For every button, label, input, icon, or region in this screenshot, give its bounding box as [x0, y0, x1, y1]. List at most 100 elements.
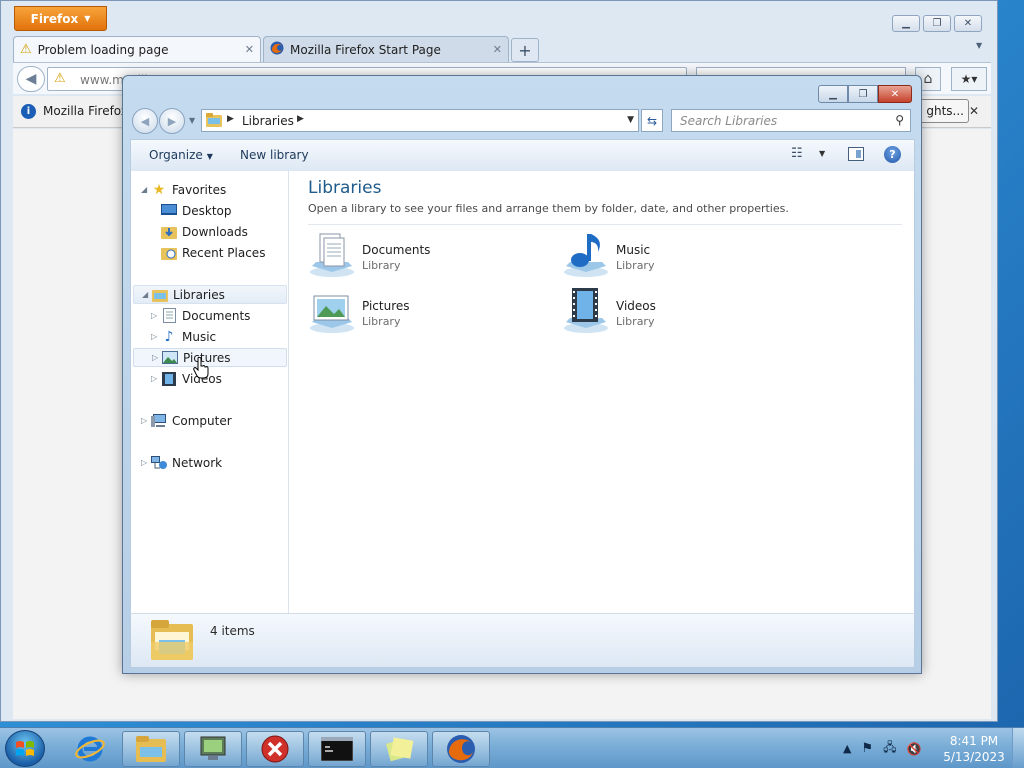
tab-problem-loading[interactable]: ⚠ Problem loading page ✕ [13, 36, 261, 62]
volume-muted-icon[interactable]: 🔇 [907, 742, 922, 756]
details-pane: 4 items [130, 613, 915, 668]
library-name: Documents [362, 243, 431, 257]
taskbar: ▲ ⚑ 🖧 🔇 8:41 PM 5/13/2023 [0, 727, 1024, 768]
organize-button[interactable]: Organize ▼ [149, 148, 213, 162]
refresh-button[interactable]: ⇆ [641, 109, 663, 132]
nav-recent-places[interactable]: Recent Places [161, 243, 265, 262]
expand-arrow-icon[interactable]: ▷ [151, 311, 161, 320]
firefox-caption-buttons: ▁ ❐ ✕ [892, 15, 982, 32]
chevron-down-icon: ▼ [206, 152, 213, 161]
error-x-icon [261, 735, 289, 763]
close-icon[interactable]: ✕ [969, 104, 979, 118]
tab-list-icon[interactable]: ▼ [976, 41, 982, 50]
library-item-music[interactable]: Music Library [562, 232, 802, 280]
taskbar-command-prompt[interactable] [308, 731, 366, 767]
show-hidden-icons-icon[interactable]: ▲ [843, 742, 851, 755]
close-icon[interactable]: ✕ [493, 43, 502, 56]
collapse-arrow-icon[interactable]: ◢ [141, 185, 151, 194]
clock-time: 8:41 PM [949, 734, 999, 748]
maximize-button[interactable]: ❐ [848, 85, 878, 103]
clock[interactable]: 8:41 PM 5/13/2023 [940, 733, 1008, 765]
view-options-icon[interactable]: ☷ [791, 146, 803, 161]
bookmark-star-icon: ★▾ [960, 72, 978, 86]
close-icon[interactable]: ✕ [245, 43, 254, 56]
address-dropdown-icon[interactable]: ▼ [627, 115, 634, 125]
library-type: Library [362, 315, 401, 328]
nav-favorites[interactable]: ◢ ★ Favorites [141, 180, 226, 199]
breadcrumb-libraries[interactable]: Libraries [242, 114, 294, 128]
item-count: 4 items [210, 624, 255, 638]
show-desktop-button[interactable] [1012, 728, 1024, 768]
address-bar[interactable]: ▶ Libraries ▶ ▼ [201, 109, 639, 132]
preview-pane-icon[interactable] [848, 147, 864, 161]
nav-network[interactable]: ▷ Network [141, 453, 222, 472]
divider [308, 224, 902, 225]
nav-libraries[interactable]: ◢ Libraries [133, 285, 287, 304]
nav-pictures[interactable]: ▷ Pictures [133, 348, 287, 367]
expand-arrow-icon[interactable]: ▷ [152, 353, 162, 362]
taskbar-firefox[interactable] [432, 731, 490, 767]
command-bar: Organize ▼ New library ☷ ▼ ? [130, 139, 915, 171]
action-center-flag-icon[interactable]: ⚑ [861, 741, 873, 756]
close-button[interactable]: ✕ [878, 85, 912, 103]
firefox-menu-button[interactable]: Firefox ▼ [14, 6, 107, 31]
computer-monitor-icon [200, 736, 226, 760]
nav-desktop[interactable]: Desktop [161, 201, 232, 220]
nav-computer[interactable]: ▷ Computer [141, 411, 232, 430]
minimize-button[interactable]: ▁ [892, 15, 920, 32]
firefox-menu-label: Firefox [30, 11, 79, 26]
breadcrumb-arrow-icon[interactable]: ▶ [297, 114, 304, 124]
nav-documents[interactable]: ▷ Documents [151, 306, 250, 325]
page-title: Libraries [308, 178, 382, 198]
chevron-down-icon[interactable]: ▼ [819, 149, 825, 158]
clock-date: 5/13/2023 [943, 750, 1005, 764]
collapse-arrow-icon[interactable]: ◢ [142, 290, 152, 299]
tab-label: Mozilla Firefox Start Page [290, 42, 441, 57]
tab-start-page[interactable]: Mozilla Firefox Start Page ✕ [263, 36, 509, 62]
refresh-icon: ⇆ [646, 113, 658, 128]
nav-music[interactable]: ▷ ♪ Music [151, 327, 216, 346]
libraries-folder-icon [206, 113, 222, 127]
start-button[interactable] [5, 730, 45, 767]
taskbar-system-app[interactable] [184, 731, 242, 767]
taskbar-error-app[interactable] [246, 731, 304, 767]
library-item-pictures[interactable]: Pictures Library [308, 288, 548, 336]
expand-arrow-icon[interactable]: ▷ [141, 416, 151, 425]
back-button[interactable]: ◀ [132, 108, 158, 134]
firefox-icon [447, 735, 475, 763]
bookmarks-button[interactable]: ★▾ [951, 67, 987, 91]
music-note-icon: ♪ [164, 328, 174, 345]
library-item-videos[interactable]: Videos Library [562, 288, 802, 336]
taskbar-internet-explorer[interactable] [64, 731, 116, 767]
expand-arrow-icon[interactable]: ▷ [141, 458, 151, 467]
expand-arrow-icon[interactable]: ▷ [151, 374, 161, 383]
terminal-icon [321, 737, 353, 761]
tab-strip: ⚠ Problem loading page ✕ Mozilla Firefox… [13, 36, 539, 62]
expand-arrow-icon[interactable]: ▷ [151, 332, 161, 341]
back-button[interactable]: ◀ [17, 66, 45, 92]
nav-label: Favorites [172, 182, 227, 197]
forward-button[interactable]: ▶ [159, 108, 185, 134]
minimize-button[interactable]: ▁ [818, 85, 848, 103]
library-item-documents[interactable]: Documents Library [308, 232, 548, 280]
desktop-icon [161, 204, 177, 218]
arrow-right-icon: ▶ [167, 114, 177, 128]
restore-button[interactable]: ❐ [923, 15, 951, 32]
new-library-button[interactable]: New library [240, 148, 309, 162]
taskbar-sticky-notes[interactable] [370, 731, 428, 767]
breadcrumb-arrow-icon[interactable]: ▶ [227, 114, 234, 124]
help-icon[interactable]: ? [884, 146, 901, 163]
new-tab-button[interactable]: + [511, 38, 539, 62]
navigation-pane: ◢ ★ Favorites Desktop Downloads Recent P… [130, 171, 289, 613]
nav-videos[interactable]: ▷ Videos [151, 369, 222, 388]
recent-pages-dropdown[interactable]: ▼ [189, 116, 195, 125]
library-type: Library [616, 315, 655, 328]
home-icon: ⌂ [923, 71, 933, 87]
library-name: Pictures [362, 299, 410, 313]
nav-downloads[interactable]: Downloads [161, 222, 248, 241]
search-input[interactable]: Search Libraries ⚲ [671, 109, 911, 132]
taskbar-explorer[interactable] [122, 731, 180, 767]
close-button[interactable]: ✕ [954, 15, 982, 32]
hand-cursor-icon [193, 357, 209, 379]
network-status-icon[interactable]: 🖧 [883, 738, 896, 759]
